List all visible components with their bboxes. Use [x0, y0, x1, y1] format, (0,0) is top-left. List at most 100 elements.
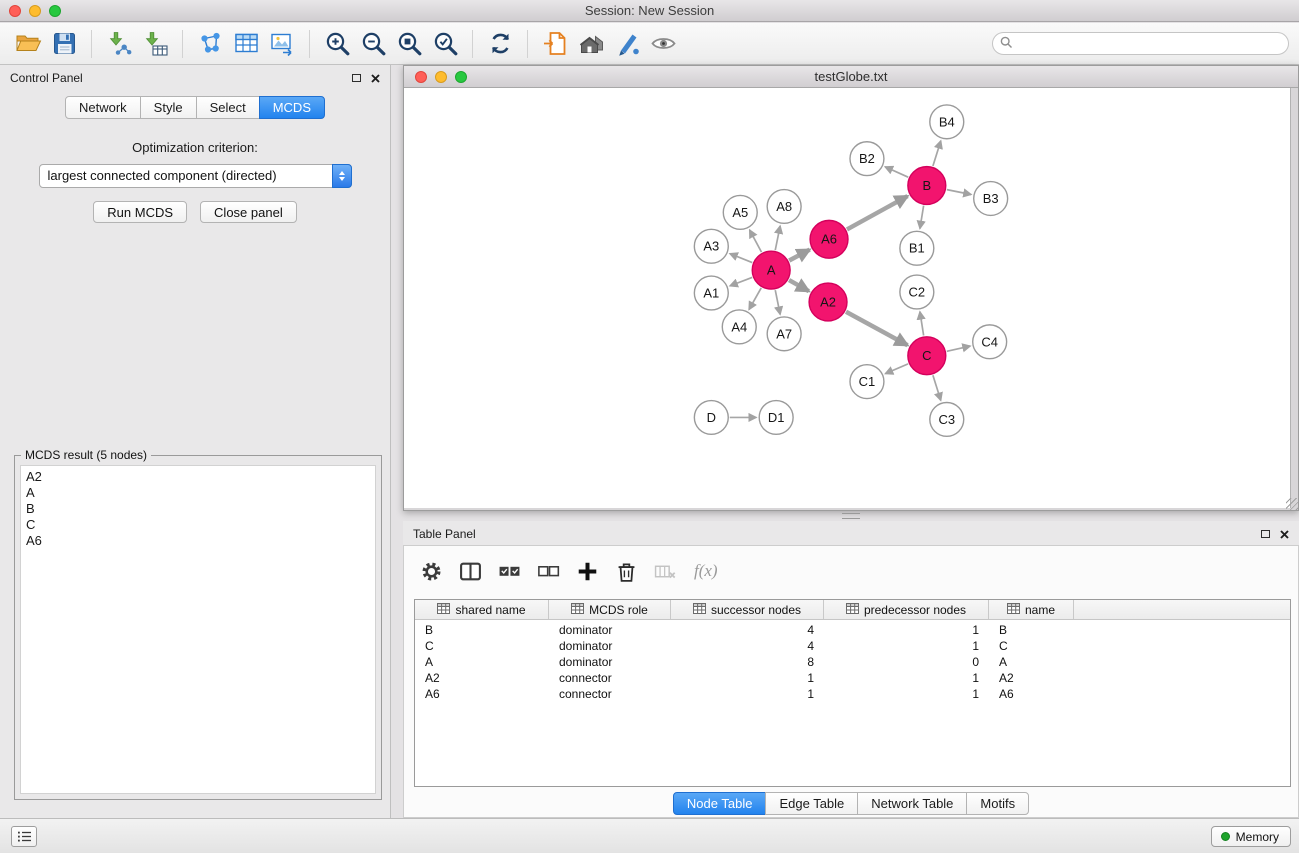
edge-C-C2[interactable] — [920, 312, 924, 336]
edge-C-C1[interactable] — [885, 364, 908, 374]
edge-B-B1[interactable] — [920, 206, 924, 229]
table-row[interactable]: Adominator80A — [415, 654, 1290, 670]
node-B1[interactable]: B1 — [900, 231, 934, 265]
settings-icon[interactable] — [419, 559, 443, 583]
show-hide-icon[interactable] — [645, 27, 681, 61]
zoom-window-button[interactable] — [49, 5, 61, 17]
edge-B-B2[interactable] — [885, 167, 908, 177]
table-row[interactable]: A2connector11A2 — [415, 670, 1290, 686]
column-header[interactable]: MCDS role — [549, 600, 671, 619]
node-A8[interactable]: A8 — [767, 190, 801, 224]
tab-mcds[interactable]: MCDS — [259, 96, 325, 119]
tab-network[interactable]: Network — [65, 96, 141, 119]
node-A2[interactable]: A2 — [809, 283, 847, 321]
node-D1[interactable]: D1 — [759, 401, 793, 435]
export-document-icon[interactable] — [537, 27, 573, 61]
edge-A-A6[interactable] — [789, 250, 809, 261]
search-box[interactable] — [992, 32, 1289, 55]
edge-C-C4[interactable] — [947, 346, 970, 351]
float-panel-icon[interactable] — [352, 74, 361, 82]
node-A4[interactable]: A4 — [722, 310, 756, 344]
run-mcds-button[interactable]: Run MCDS — [93, 201, 187, 223]
window-resize-grip[interactable] — [1286, 498, 1298, 510]
import-table-icon[interactable] — [137, 27, 173, 61]
column-header[interactable]: predecessor nodes — [824, 600, 989, 619]
edge-A-A3[interactable] — [730, 254, 752, 263]
node-C[interactable]: C — [908, 337, 946, 375]
save-session-icon[interactable] — [46, 27, 82, 61]
edge-A-A7[interactable] — [775, 290, 780, 314]
close-table-panel-icon[interactable] — [1280, 530, 1289, 539]
close-window-button[interactable] — [9, 5, 21, 17]
node-D[interactable]: D — [694, 401, 728, 435]
node-B2[interactable]: B2 — [850, 142, 884, 176]
mcds-result-item[interactable]: A6 — [26, 533, 370, 549]
columns-icon[interactable] — [458, 559, 482, 583]
edge-A-A2[interactable] — [789, 280, 809, 291]
import-network-icon[interactable] — [101, 27, 137, 61]
table-row[interactable]: Cdominator41C — [415, 638, 1290, 654]
edge-A-A5[interactable] — [750, 230, 762, 252]
export-image-icon[interactable] — [264, 27, 300, 61]
refresh-icon[interactable] — [482, 27, 518, 61]
close-network-window-button[interactable] — [415, 71, 427, 83]
node-C1[interactable]: C1 — [850, 365, 884, 399]
split-divider[interactable] — [403, 511, 1299, 521]
mcds-result-item[interactable]: B — [26, 501, 370, 517]
table-row[interactable]: Bdominator41B — [415, 622, 1290, 638]
unselect-all-icon[interactable] — [536, 559, 560, 583]
edge-A2-C[interactable] — [846, 312, 908, 346]
node-B3[interactable]: B3 — [974, 182, 1008, 216]
node-C3[interactable]: C3 — [930, 403, 964, 437]
edge-A-A4[interactable] — [749, 288, 761, 310]
node-A6[interactable]: A6 — [810, 220, 848, 258]
node-B4[interactable]: B4 — [930, 105, 964, 139]
select-all-icon[interactable] — [497, 559, 521, 583]
add-row-icon[interactable] — [575, 559, 599, 583]
float-table-panel-icon[interactable] — [1261, 530, 1270, 538]
node-A3[interactable]: A3 — [694, 229, 728, 263]
edge-C-C3[interactable] — [933, 375, 941, 400]
column-header[interactable]: successor nodes — [671, 600, 824, 619]
new-table-icon[interactable] — [228, 27, 264, 61]
edge-B-B4[interactable] — [933, 141, 941, 166]
zoom-network-window-button[interactable] — [455, 71, 467, 83]
open-session-icon[interactable] — [10, 27, 46, 61]
close-panel-button[interactable]: Close panel — [200, 201, 297, 223]
node-B[interactable]: B — [908, 167, 946, 205]
tab-select[interactable]: Select — [196, 96, 260, 119]
node-A[interactable]: A — [752, 251, 790, 289]
minimize-network-window-button[interactable] — [435, 71, 447, 83]
task-history-button[interactable] — [11, 826, 37, 847]
edge-A-A1[interactable] — [730, 277, 752, 285]
minimize-window-button[interactable] — [29, 5, 41, 17]
edge-A-A8[interactable] — [775, 226, 780, 250]
network-canvas[interactable]: B4B2BB3A5A8A6B1A3AC2A1A2A4A7C4CC1C3DD1 — [404, 88, 1290, 508]
node-C4[interactable]: C4 — [973, 325, 1007, 359]
tab-node-table[interactable]: Node Table — [673, 792, 767, 815]
table-row[interactable]: A6connector11A6 — [415, 686, 1290, 702]
mcds-result-item[interactable]: A2 — [26, 469, 370, 485]
search-input[interactable] — [1017, 37, 1281, 51]
network-overview-icon[interactable] — [573, 27, 609, 61]
node-A5[interactable]: A5 — [723, 195, 757, 229]
tab-style[interactable]: Style — [140, 96, 197, 119]
edge-B-B3[interactable] — [947, 190, 971, 195]
column-header[interactable]: shared name — [415, 600, 549, 619]
tab-network-table[interactable]: Network Table — [857, 792, 967, 815]
mcds-result-item[interactable]: A — [26, 485, 370, 501]
memory-button[interactable]: Memory — [1211, 826, 1291, 847]
mcds-result-item[interactable]: C — [26, 517, 370, 533]
close-panel-icon[interactable] — [371, 74, 380, 83]
delete-row-icon[interactable] — [614, 559, 638, 583]
zoom-in-icon[interactable] — [319, 27, 355, 61]
column-header[interactable]: name — [989, 600, 1074, 619]
tab-edge-table[interactable]: Edge Table — [765, 792, 858, 815]
node-A1[interactable]: A1 — [694, 276, 728, 310]
zoom-selected-icon[interactable] — [427, 27, 463, 61]
tab-motifs[interactable]: Motifs — [966, 792, 1029, 815]
zoom-fit-icon[interactable] — [391, 27, 427, 61]
new-network-icon[interactable] — [192, 27, 228, 61]
optimization-dropdown[interactable]: largest connected component (directed) — [39, 164, 352, 188]
zoom-out-icon[interactable] — [355, 27, 391, 61]
